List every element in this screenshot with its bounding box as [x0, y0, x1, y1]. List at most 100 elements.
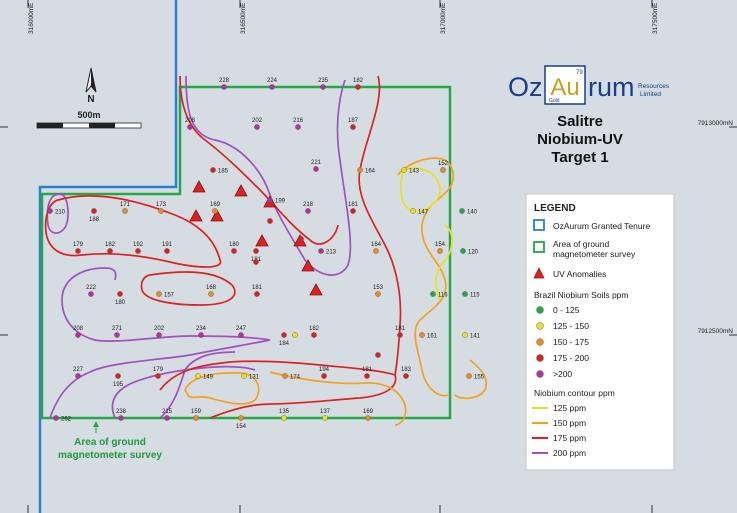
sample-value: 199	[275, 199, 286, 205]
sample-marker	[221, 84, 227, 90]
north-label: N	[87, 94, 94, 105]
sample-value: 216	[293, 118, 304, 124]
sample-value: 174	[290, 375, 301, 381]
sample-marker	[357, 167, 363, 173]
sample-value: 184	[279, 341, 290, 347]
sample-marker	[231, 248, 237, 254]
sample-value: 180	[115, 300, 126, 306]
sample-value: 141	[470, 334, 481, 340]
easting-label-2: 316500mE	[240, 2, 247, 34]
sample-marker	[254, 291, 260, 297]
legend-contour-title: Niobium contour ppm	[534, 388, 615, 398]
soil-class-label: >200	[553, 369, 572, 379]
sample-value: 164	[371, 242, 382, 248]
sample-marker	[430, 291, 436, 297]
sample-marker	[269, 84, 275, 90]
sample-marker	[419, 332, 425, 338]
legend: LEGEND OzAurum Granted Tenure Area of gr…	[525, 193, 675, 471]
sample-marker	[158, 208, 164, 214]
sample-value: 271	[112, 326, 123, 332]
soil-class-label: 175 - 200	[553, 353, 589, 363]
sample-marker	[156, 291, 162, 297]
sample-marker	[187, 124, 193, 130]
logo-au-number: 79	[576, 70, 583, 76]
contour-label: 150 ppm	[553, 418, 586, 428]
sample-marker	[281, 415, 287, 421]
sample-marker	[118, 415, 124, 421]
sample-value: 182	[353, 78, 364, 84]
sample-marker	[91, 208, 97, 214]
sample-marker	[375, 291, 381, 297]
sample-value: 187	[348, 118, 359, 124]
soil-class-label: 0 - 125	[553, 305, 580, 315]
sample-value: 159	[191, 409, 202, 415]
sample-value: 120	[468, 250, 479, 256]
sample-value: 234	[196, 326, 207, 332]
sample-marker	[403, 373, 409, 379]
sample-marker	[241, 373, 247, 379]
logo-au: Au	[550, 74, 579, 101]
soil-class-swatch	[536, 354, 544, 362]
sample-value: 247	[236, 326, 247, 332]
legend-survey-line-2: magnetometer survey	[553, 249, 636, 259]
map-canvas: 316000mE 316500mE 317000mE 317500mE 7913…	[0, 0, 737, 513]
logo-oz: Oz	[508, 72, 543, 102]
scale-label: 500m	[77, 110, 100, 120]
soil-class-swatch	[536, 338, 544, 346]
logo-resources: Resources	[638, 83, 670, 90]
sample-marker	[437, 248, 443, 254]
sample-marker	[460, 248, 466, 254]
sample-marker	[462, 291, 468, 297]
sample-marker	[195, 373, 201, 379]
sample-value: 191	[162, 242, 173, 248]
sample-value: 116	[438, 293, 448, 299]
sample-marker	[440, 167, 446, 173]
sample-value: 185	[218, 169, 229, 175]
sample-marker	[320, 84, 326, 90]
sample-marker	[156, 332, 162, 338]
sample-marker	[281, 332, 287, 338]
sample-marker	[155, 373, 161, 379]
sample-marker	[47, 208, 53, 214]
sample-marker	[350, 124, 356, 130]
legend-tenure: OzAurum Granted Tenure	[553, 221, 650, 231]
contour-label: 175 ppm	[553, 433, 586, 443]
sample-marker	[210, 167, 216, 173]
sample-value: 194	[319, 367, 330, 373]
sample-marker	[298, 236, 304, 242]
sample-marker	[373, 248, 379, 254]
sample-marker	[355, 84, 361, 90]
sample-marker	[305, 208, 311, 214]
sample-marker	[53, 415, 59, 421]
sample-value: 182	[105, 242, 116, 248]
sample-value: 224	[267, 78, 278, 84]
sample-marker	[212, 208, 218, 214]
sample-value: 181	[395, 326, 406, 332]
sample-value: 202	[154, 326, 165, 332]
sample-value: 183	[401, 367, 412, 373]
sample-value: 173	[156, 202, 167, 208]
legend-survey-line-1: Area of ground	[553, 239, 610, 249]
sample-value: 169	[363, 409, 374, 415]
sample-marker	[462, 332, 468, 338]
sample-marker	[164, 248, 170, 254]
sample-value: 222	[86, 285, 97, 291]
sample-value: 181	[348, 202, 359, 208]
contour-label: 200 ppm	[553, 448, 586, 458]
sample-marker	[238, 415, 244, 421]
sample-value: 154	[236, 424, 247, 430]
sample-value: 221	[311, 160, 322, 166]
sample-marker	[322, 415, 328, 421]
sample-marker	[466, 373, 472, 379]
soil-class-label: 150 - 175	[553, 337, 589, 347]
sample-value: 192	[133, 242, 144, 248]
sample-marker	[401, 167, 407, 173]
sample-value: 181	[252, 285, 263, 291]
soil-class-label: 125 - 150	[553, 321, 589, 331]
legend-box	[525, 193, 675, 471]
legend-soils-title: Brazil Niobium Soils ppm	[534, 290, 628, 300]
sample-marker	[364, 373, 370, 379]
sample-value: 210	[55, 210, 66, 216]
easting-label-1: 316000mE	[28, 2, 35, 34]
sample-value: 171	[120, 202, 131, 208]
